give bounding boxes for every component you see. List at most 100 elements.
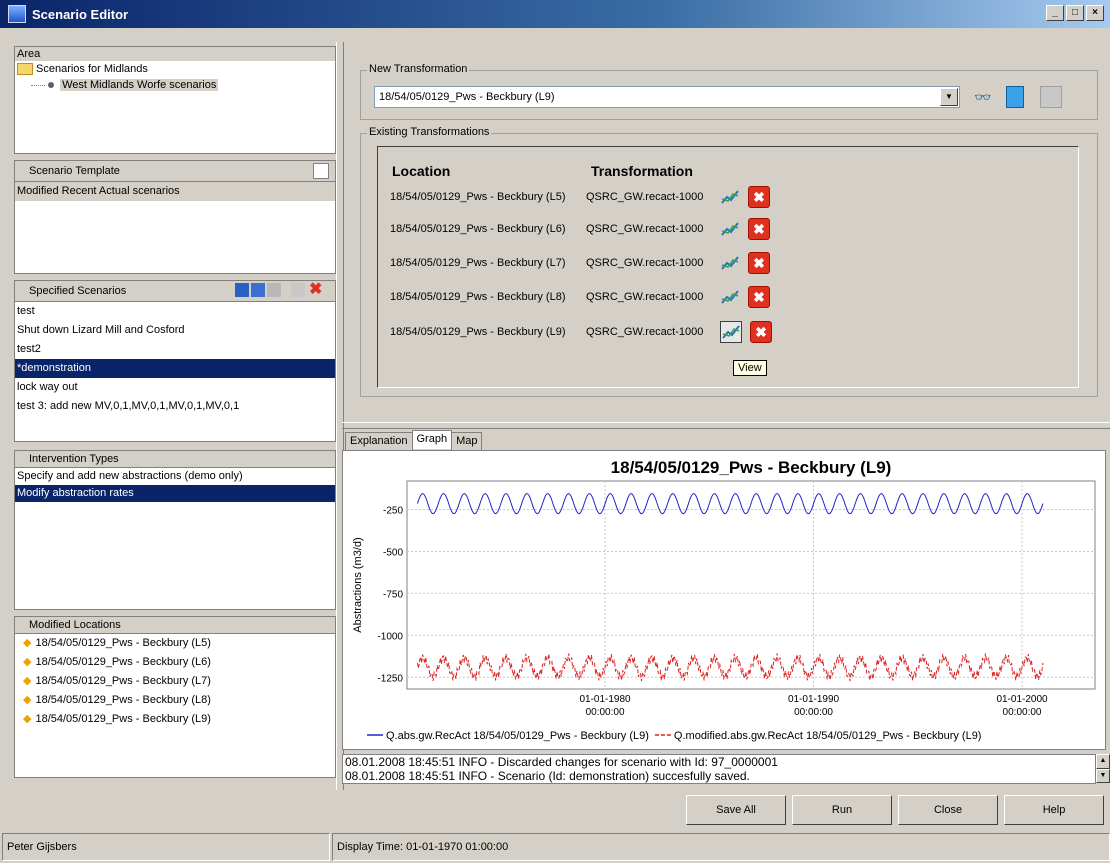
scenario-template-panel: Scenario Template Modified Recent Actual… bbox=[14, 160, 336, 274]
horizontal-splitter[interactable] bbox=[342, 422, 1110, 429]
tab-map[interactable]: Map bbox=[451, 432, 483, 451]
help-button[interactable]: Help bbox=[1004, 795, 1104, 825]
location-label: 18/54/05/0129_Pws - Beckbury (L6) bbox=[35, 656, 211, 668]
intervention-item[interactable]: Specify and add new abstractions (demo o… bbox=[15, 468, 335, 485]
delete-icon[interactable]: ✖ bbox=[748, 218, 770, 240]
intervention-types-panel: Intervention Types Specify and add new a… bbox=[14, 450, 336, 610]
status-user: Peter Gijsbers bbox=[2, 833, 330, 861]
area-header: Area bbox=[15, 47, 335, 61]
plot-area bbox=[406, 480, 1096, 690]
y-tick-label: -500 bbox=[383, 547, 403, 558]
location-item[interactable]: ◆ 18/54/05/0129_Pws - Beckbury (L7) bbox=[15, 672, 335, 691]
location-item[interactable]: ◆ 18/54/05/0129_Pws - Beckbury (L6) bbox=[15, 653, 335, 672]
log-line: 08.01.2008 18:45:51 INFO - Scenario (Id:… bbox=[345, 769, 750, 783]
scenario-template-header: Scenario Template bbox=[15, 161, 335, 182]
location-label: 18/54/05/0129_Pws - Beckbury (L7) bbox=[35, 675, 211, 687]
tree-line-icon bbox=[31, 84, 45, 86]
x-tick-label: 01-01-1990 bbox=[788, 694, 840, 705]
specified-scenarios-header: Specified Scenarios ✖ bbox=[15, 281, 335, 302]
log-scrollbar[interactable]: ▲ ▼ bbox=[1096, 754, 1110, 783]
delete-scenario-icon[interactable]: ✖ bbox=[309, 282, 323, 298]
area-root-item[interactable]: Scenarios for Midlands bbox=[15, 61, 335, 77]
delete-icon[interactable]: ✖ bbox=[750, 321, 772, 343]
view-glasses-icon[interactable]: 👓 bbox=[974, 89, 991, 106]
maximize-button[interactable]: □ bbox=[1066, 5, 1084, 21]
calculator-icon[interactable] bbox=[1006, 86, 1024, 108]
scenario-item[interactable]: Shut down Lizard Mill and Cosford bbox=[15, 321, 335, 340]
chart-panel: 18/54/05/0129_Pws - Beckbury (L9) -250 -50… bbox=[342, 450, 1106, 750]
template-item[interactable]: Modified Recent Actual scenarios bbox=[15, 182, 335, 201]
chevron-down-icon[interactable]: ▼ bbox=[940, 88, 958, 106]
scenario-item[interactable]: test2 bbox=[15, 340, 335, 359]
close-button[interactable]: Close bbox=[898, 795, 998, 825]
chart-view-icon[interactable] bbox=[720, 219, 740, 239]
close-window-button[interactable]: × bbox=[1086, 5, 1104, 21]
delete-icon[interactable]: ✖ bbox=[748, 252, 770, 274]
minimize-button[interactable]: _ bbox=[1046, 5, 1064, 21]
delete-icon[interactable]: ✖ bbox=[748, 186, 770, 208]
chart-view-icon[interactable] bbox=[720, 287, 740, 307]
intervention-item-selected[interactable]: Modify abstraction rates bbox=[15, 485, 335, 502]
modified-locations-panel: Modified Locations ◆ 18/54/05/0129_Pws - … bbox=[14, 616, 336, 778]
area-child-item[interactable]: West Midlands Worfe scenarios bbox=[15, 77, 335, 93]
y-tick-label: -1250 bbox=[377, 673, 403, 684]
grid-icon[interactable] bbox=[1040, 86, 1062, 108]
delete-icon[interactable]: ✖ bbox=[748, 286, 770, 308]
document-icon[interactable] bbox=[291, 283, 305, 297]
legend-label-2: Q.modified.abs.gw.RecAct 18/54/05/0129_P… bbox=[674, 730, 982, 742]
location-item[interactable]: ◆ 18/54/05/0129_Pws - Beckbury (L5) bbox=[15, 634, 335, 653]
scenario-item[interactable]: lock way out bbox=[15, 378, 335, 397]
intervention-types-header: Intervention Types bbox=[15, 451, 335, 468]
x-tick-label-time: 00:00:00 bbox=[586, 707, 625, 718]
transformation-name: QSRC_GW.recact-1000 bbox=[586, 326, 704, 338]
log-line: 08.01.2008 18:45:51 INFO - Discarded cha… bbox=[345, 755, 778, 769]
scenario-item-selected[interactable]: *demonstration bbox=[15, 359, 335, 378]
new-transformation-label: New Transformation bbox=[367, 63, 470, 75]
save-all-button[interactable]: Save All bbox=[686, 795, 786, 825]
y-tick-label: -1000 bbox=[377, 631, 403, 642]
location-item[interactable]: ◆ 18/54/05/0129_Pws - Beckbury (L8) bbox=[15, 691, 335, 710]
transformation-location: 18/54/05/0129_Pws - Beckbury (L7) bbox=[390, 257, 566, 269]
status-display-time: Display Time: 01-01-1970 01:00:00 bbox=[332, 833, 1110, 861]
column-header-location: Location bbox=[392, 163, 451, 179]
transformation-row: 18/54/05/0129_Pws - Beckbury (L9) QSRC_G… bbox=[390, 320, 790, 344]
scroll-down-icon[interactable]: ▼ bbox=[1096, 769, 1110, 783]
scenario-item[interactable]: test bbox=[15, 302, 335, 321]
chart-view-icon[interactable] bbox=[720, 253, 740, 273]
tab-strip: Explanation Graph Map bbox=[345, 430, 483, 451]
copy-icon[interactable] bbox=[267, 283, 281, 297]
transformation-row: 18/54/05/0129_Pws - Beckbury (L8) QSRC_G… bbox=[390, 285, 790, 309]
transformation-name: QSRC_GW.recact-1000 bbox=[586, 257, 704, 269]
transformation-row: 18/54/05/0129_Pws - Beckbury (L7) QSRC_G… bbox=[390, 251, 790, 275]
transformation-name: QSRC_GW.recact-1000 bbox=[586, 223, 704, 235]
scenario-item[interactable]: test 3: add new MV,0,1,MV,0,1,MV,0,1,MV,… bbox=[15, 397, 335, 416]
transformation-row: 18/54/05/0129_Pws - Beckbury (L6) QSRC_G… bbox=[390, 217, 790, 241]
save-as-icon[interactable] bbox=[251, 283, 265, 297]
x-tick-label: 01-01-1980 bbox=[579, 694, 631, 705]
column-header-transformation: Transformation bbox=[591, 163, 693, 179]
chart-view-icon[interactable] bbox=[720, 321, 742, 343]
chart-view-icon[interactable] bbox=[720, 187, 740, 207]
scroll-up-icon[interactable]: ▲ bbox=[1096, 754, 1110, 769]
transformation-location: 18/54/05/0129_Pws - Beckbury (L9) bbox=[390, 326, 566, 338]
run-button[interactable]: Run bbox=[792, 795, 892, 825]
location-label: 18/54/05/0129_Pws - Beckbury (L9) bbox=[35, 713, 211, 725]
x-tick-label-time: 00:00:00 bbox=[1003, 707, 1042, 718]
modified-locations-header: Modified Locations bbox=[15, 617, 335, 634]
existing-transformations-label: Existing Transformations bbox=[367, 126, 492, 138]
x-tick-label: 01-01-2000 bbox=[996, 694, 1048, 705]
new-document-icon[interactable] bbox=[313, 163, 329, 179]
tab-graph[interactable]: Graph bbox=[411, 430, 453, 449]
save-icon[interactable] bbox=[235, 283, 249, 297]
location-item[interactable]: ◆ 18/54/05/0129_Pws - Beckbury (L9) bbox=[15, 710, 335, 729]
view-tooltip: View bbox=[733, 360, 767, 376]
transformation-select-value: 18/54/05/0129_Pws - Beckbury (L9) bbox=[379, 91, 555, 103]
y-tick-label: -250 bbox=[383, 506, 403, 517]
specified-scenarios-title: Specified Scenarios bbox=[29, 285, 127, 297]
area-panel: Area Scenarios for Midlands West Midland… bbox=[14, 46, 336, 154]
tab-explanation[interactable]: Explanation bbox=[345, 432, 413, 451]
diamond-icon: ◆ bbox=[23, 656, 32, 668]
diamond-icon: ◆ bbox=[23, 675, 32, 687]
transformation-select[interactable]: 18/54/05/0129_Pws - Beckbury (L9) ▼ bbox=[374, 86, 960, 108]
title-bar: Scenario Editor _ □ × bbox=[0, 0, 1110, 28]
